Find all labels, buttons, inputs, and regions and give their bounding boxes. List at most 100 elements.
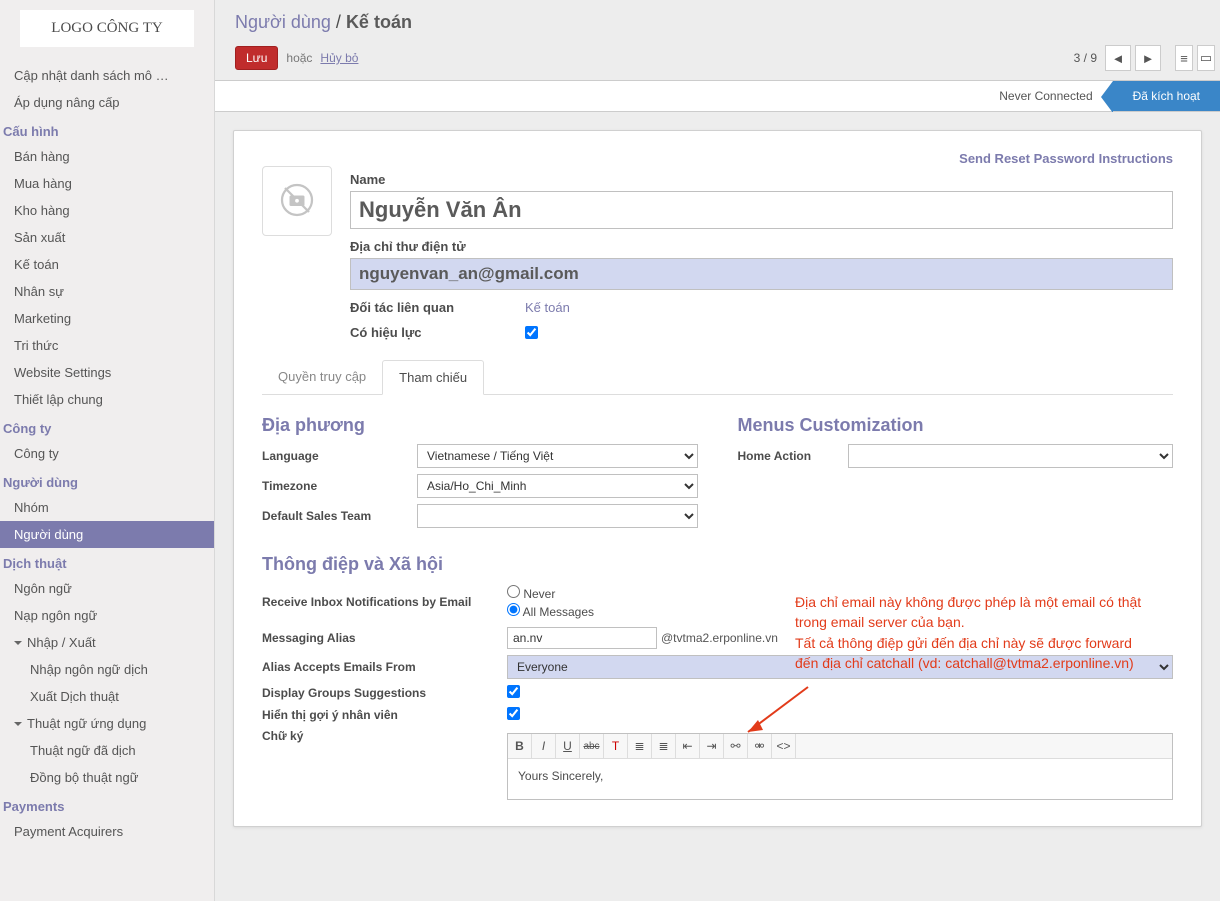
tab-preferences[interactable]: Tham chiếu (382, 360, 484, 395)
name-input[interactable] (350, 191, 1173, 229)
groups-suggest-checkbox[interactable] (507, 685, 520, 698)
partner-label: Đối tác liên quan (350, 300, 505, 315)
language-select[interactable]: Vietnamese / Tiếng Việt (417, 444, 698, 468)
main: Người dùng / Kế toán Lưu hoặc Hủy bỏ 3 /… (215, 0, 1220, 901)
form-view-button[interactable]: ▭ (1197, 45, 1215, 71)
sidebar-item-tri-th-c[interactable]: Tri thức (0, 332, 214, 359)
sidebar-header-c-ng-ty: Công ty (0, 413, 214, 440)
timezone-label: Timezone (262, 479, 417, 493)
prev-button[interactable]: ◄ (1105, 45, 1131, 71)
rte-btn-2[interactable]: U (556, 734, 580, 758)
toolbar: Lưu hoặc Hủy bỏ 3 / 9 ◄ ► ≡ ▭ (215, 41, 1220, 81)
rte-btn-1[interactable]: I (532, 734, 556, 758)
alias-accept-label: Alias Accepts Emails From (262, 660, 507, 674)
sidebar-item-kho-h-ng[interactable]: Kho hàng (0, 197, 214, 224)
sidebar-header-ng-i-d-ng: Người dùng (0, 467, 214, 494)
avatar-placeholder[interactable] (262, 166, 332, 236)
rte-btn-3[interactable]: abc (580, 734, 604, 758)
breadcrumb-current: Kế toán (346, 12, 412, 32)
rte-btn-0[interactable]: B (508, 734, 532, 758)
rte-btn-5[interactable]: ≣ (628, 734, 652, 758)
sidebar-item-thu-t-ng-d-ch[interactable]: Thuật ngữ đã dịch (0, 737, 214, 764)
sidebar-item-nh-p-ng-n-ng-d-ch[interactable]: Nhập ngôn ngữ dịch (0, 656, 214, 683)
active-checkbox[interactable] (525, 325, 538, 340)
sidebar-item-nh-n-s-[interactable]: Nhân sự (0, 278, 214, 305)
home-action-label: Home Action (738, 449, 848, 463)
sidebar-item-marketing[interactable]: Marketing (0, 305, 214, 332)
signature-label: Chữ ký (262, 729, 507, 743)
sidebar-item-k-to-n[interactable]: Kế toán (0, 251, 214, 278)
partner-link[interactable]: Kế toán (525, 300, 570, 315)
inbox-notif-label: Receive Inbox Notifications by Email (262, 595, 507, 609)
rte-btn-8[interactable]: ⇥ (700, 734, 724, 758)
name-label: Name (350, 172, 1173, 187)
pager: 3 / 9 ◄ ► ≡ ▭ (1074, 45, 1215, 71)
timezone-select[interactable]: Asia/Ho_Chi_Minh (417, 474, 698, 498)
sidebar-item--ng-b-thu-t-ng-[interactable]: Đồng bộ thuật ngữ (0, 764, 214, 791)
status-activated[interactable]: Đã kích hoạt (1113, 81, 1220, 111)
sidebar-item-thu-t-ng-ng-d-ng[interactable]: Thuật ngữ ứng dụng (0, 710, 214, 737)
sidebar-item-n-p-ng-n-ng-[interactable]: Nạp ngôn ngữ (0, 602, 214, 629)
sidebar-item-nh-m[interactable]: Nhóm (0, 494, 214, 521)
employee-suggest-checkbox[interactable] (507, 707, 520, 720)
sidebar-item-nh-p-xu-t[interactable]: Nhập / Xuất (0, 629, 214, 656)
rte-btn-6[interactable]: ≣ (652, 734, 676, 758)
send-reset-password-link[interactable]: Send Reset Password Instructions (959, 151, 1173, 166)
sales-team-label: Default Sales Team (262, 509, 417, 523)
list-view-button[interactable]: ≡ (1175, 45, 1193, 71)
employee-suggest-label: Hiển thị gợi ý nhân viên (262, 708, 507, 722)
inbox-never-label: Never (523, 587, 555, 601)
alias-domain: @tvtma2.erponline.vn (661, 631, 778, 645)
sidebar-item-c-ng-ty[interactable]: Công ty (0, 440, 214, 467)
sidebar-item-payment-acquirers[interactable]: Payment Acquirers (0, 818, 214, 845)
tab-access-rights[interactable]: Quyền truy cập (262, 360, 382, 394)
sidebar-item-c-p-nh-t-danh-s-ch-m-[interactable]: Cập nhật danh sách mô … (0, 62, 214, 89)
annotation-arrow-icon (738, 682, 818, 742)
tabs: Quyền truy cập Tham chiếu (262, 360, 1173, 395)
alias-input[interactable] (507, 627, 657, 649)
statusbar: Never Connected Đã kích hoạt (215, 81, 1220, 112)
email-label: Địa chỉ thư điện tử (350, 239, 1173, 254)
sidebar-item-website-settings[interactable]: Website Settings (0, 359, 214, 386)
sidebar-header-d-ch-thu-t: Dịch thuật (0, 548, 214, 575)
save-button[interactable]: Lưu (235, 46, 278, 70)
signature-editor: BIUabcT≣≣⇤⇥⚯⚮<> Yours Sincerely, (507, 733, 1173, 800)
rte-btn-7[interactable]: ⇤ (676, 734, 700, 758)
sidebar-item-ng-i-d-ng[interactable]: Người dùng (0, 521, 214, 548)
sidebar-header-payments: Payments (0, 791, 214, 818)
status-never-connected[interactable]: Never Connected (979, 81, 1112, 111)
home-action-select[interactable] (848, 444, 1174, 468)
inbox-all-radio[interactable] (507, 603, 520, 616)
sales-team-select[interactable] (417, 504, 698, 528)
camera-icon (279, 182, 315, 221)
active-label: Có hiệu lực (350, 325, 505, 340)
sidebar-item--p-d-ng-n-ng-c-p[interactable]: Áp dụng nâng cấp (0, 89, 214, 116)
sidebar-item-mua-h-ng[interactable]: Mua hàng (0, 170, 214, 197)
alias-label: Messaging Alias (262, 631, 507, 645)
sidebar-item-xu-t-d-ch-thu-t[interactable]: Xuất Dịch thuật (0, 683, 214, 710)
inbox-never-radio[interactable] (507, 585, 520, 598)
rte-toolbar: BIUabcT≣≣⇤⇥⚯⚮<> (508, 734, 1172, 759)
inbox-all-label: All Messages (523, 605, 594, 619)
sidebar-item-ng-n-ng-[interactable]: Ngôn ngữ (0, 575, 214, 602)
form-sheet: Send Reset Password Instructions Name Đị… (233, 130, 1202, 827)
cancel-link[interactable]: Hủy bỏ (320, 51, 358, 65)
breadcrumb-parent[interactable]: Người dùng (235, 12, 331, 32)
signature-body[interactable]: Yours Sincerely, (508, 759, 1172, 799)
groups-suggest-label: Display Groups Suggestions (262, 686, 507, 700)
language-label: Language (262, 449, 417, 463)
sidebar-header-c-u-h-nh: Cấu hình (0, 116, 214, 143)
sidebar-item-b-n-h-ng[interactable]: Bán hàng (0, 143, 214, 170)
email-input[interactable] (350, 258, 1173, 290)
rte-btn-4[interactable]: T (604, 734, 628, 758)
sidebar: LOGO CÔNG TY Cập nhật danh sách mô …Áp d… (0, 0, 215, 901)
section-messaging: Thông điệp và Xã hội (262, 554, 1173, 575)
next-button[interactable]: ► (1135, 45, 1161, 71)
or-text: hoặc (286, 51, 312, 65)
breadcrumb: Người dùng / Kế toán (215, 0, 1220, 41)
sidebar-item-thi-t-l-p-chung[interactable]: Thiết lập chung (0, 386, 214, 413)
annotation-text: Địa chỉ email này không được phép là một… (795, 592, 1155, 673)
section-menus: Menus Customization (738, 415, 1174, 436)
sidebar-item-s-n-xu-t[interactable]: Sản xuất (0, 224, 214, 251)
page-counter: 3 / 9 (1074, 51, 1097, 65)
